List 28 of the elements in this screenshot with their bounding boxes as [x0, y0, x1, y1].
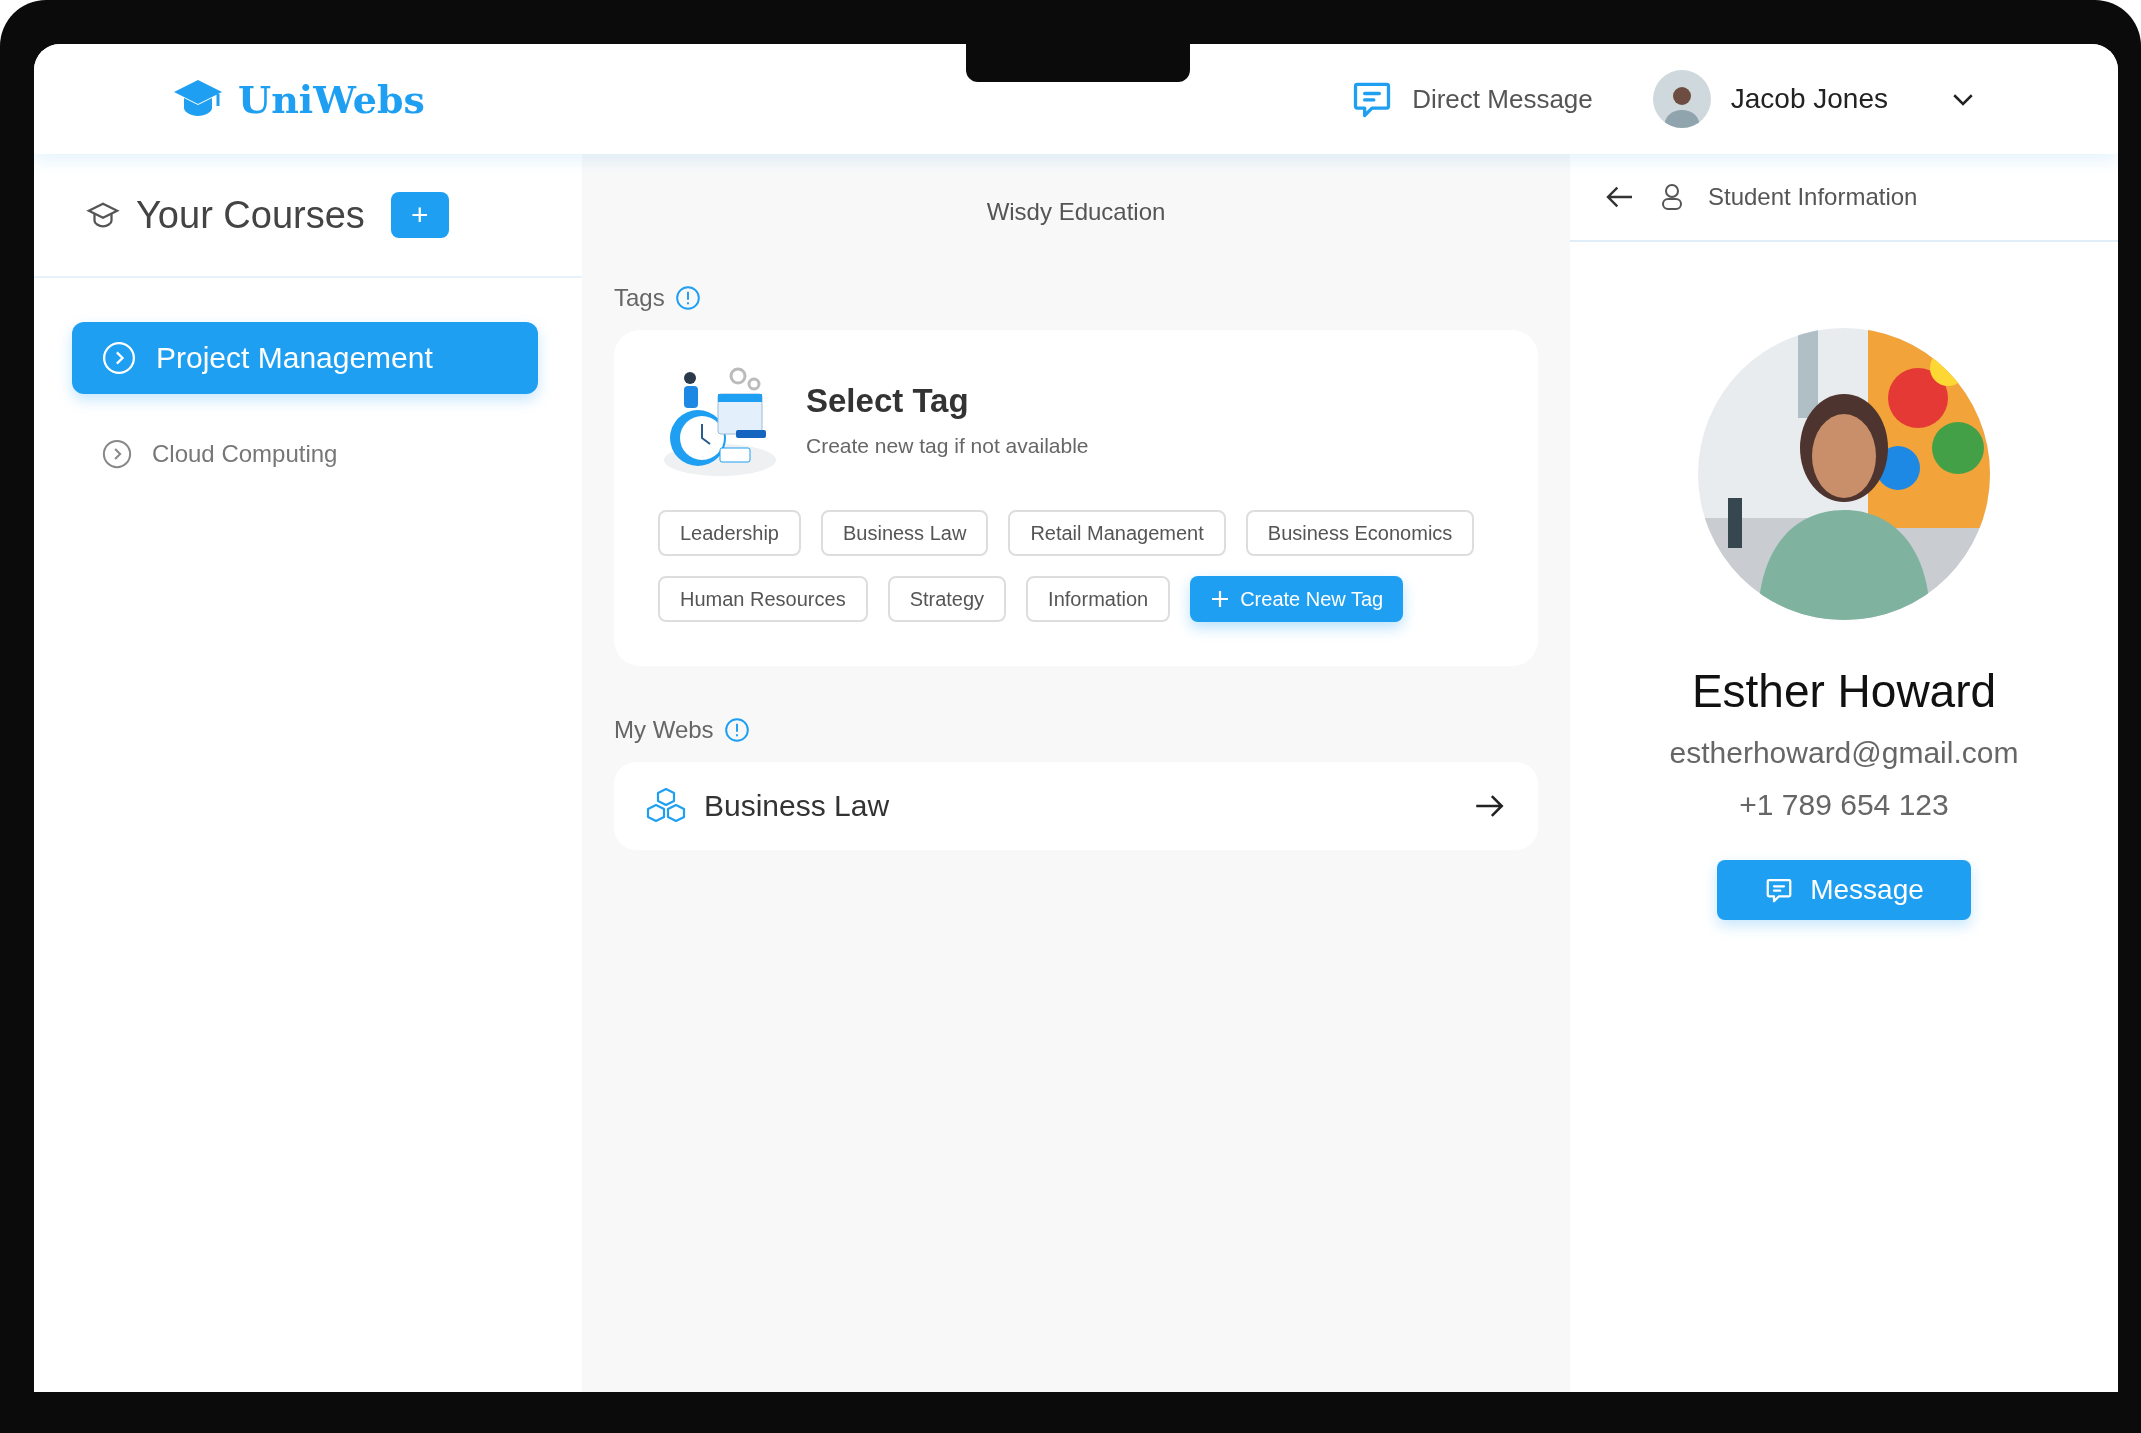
info-icon[interactable]: [674, 285, 701, 311]
chevron-right-icon: [102, 341, 136, 375]
plus-icon: [1210, 589, 1231, 609]
tag-chip[interactable]: Strategy: [887, 576, 1007, 622]
page-title: Wisdy Education: [985, 197, 1167, 227]
section-label: Tags: [614, 284, 665, 312]
courses-title: Your Courses: [136, 193, 365, 237]
tag-chip[interactable]: Business Economics: [1245, 510, 1475, 556]
section-label: My Webs: [614, 716, 714, 744]
student-phone: +1 789 654 123: [1739, 788, 1949, 822]
tag-chip[interactable]: Information: [1026, 576, 1171, 622]
student-name: Esther Howard: [1691, 664, 1997, 718]
panel-title: Student Information: [1708, 183, 1918, 211]
course-item[interactable]: Cloud Computing: [72, 424, 538, 484]
web-row[interactable]: Business Law: [614, 762, 1538, 850]
logo-text: UniWebs: [238, 76, 425, 122]
tag-chip[interactable]: Human Resources: [658, 576, 868, 622]
student-email: estherhoward@gmail.com: [1669, 736, 2019, 770]
info-icon[interactable]: [723, 717, 750, 743]
user-name: Jacob Jones: [1730, 83, 1888, 115]
direct-message-link[interactable]: Direct Message: [1350, 77, 1593, 121]
tag-chip[interactable]: Business Law: [820, 510, 989, 556]
card-subtitle: Create new tag if not available: [806, 434, 1089, 458]
person-icon: [1660, 183, 1684, 211]
chevron-right-icon: [102, 439, 132, 469]
tag-chip[interactable]: Leadership: [658, 510, 801, 556]
tag-chip[interactable]: Retail Management: [1008, 510, 1226, 556]
card-title: Select Tag: [806, 382, 970, 420]
